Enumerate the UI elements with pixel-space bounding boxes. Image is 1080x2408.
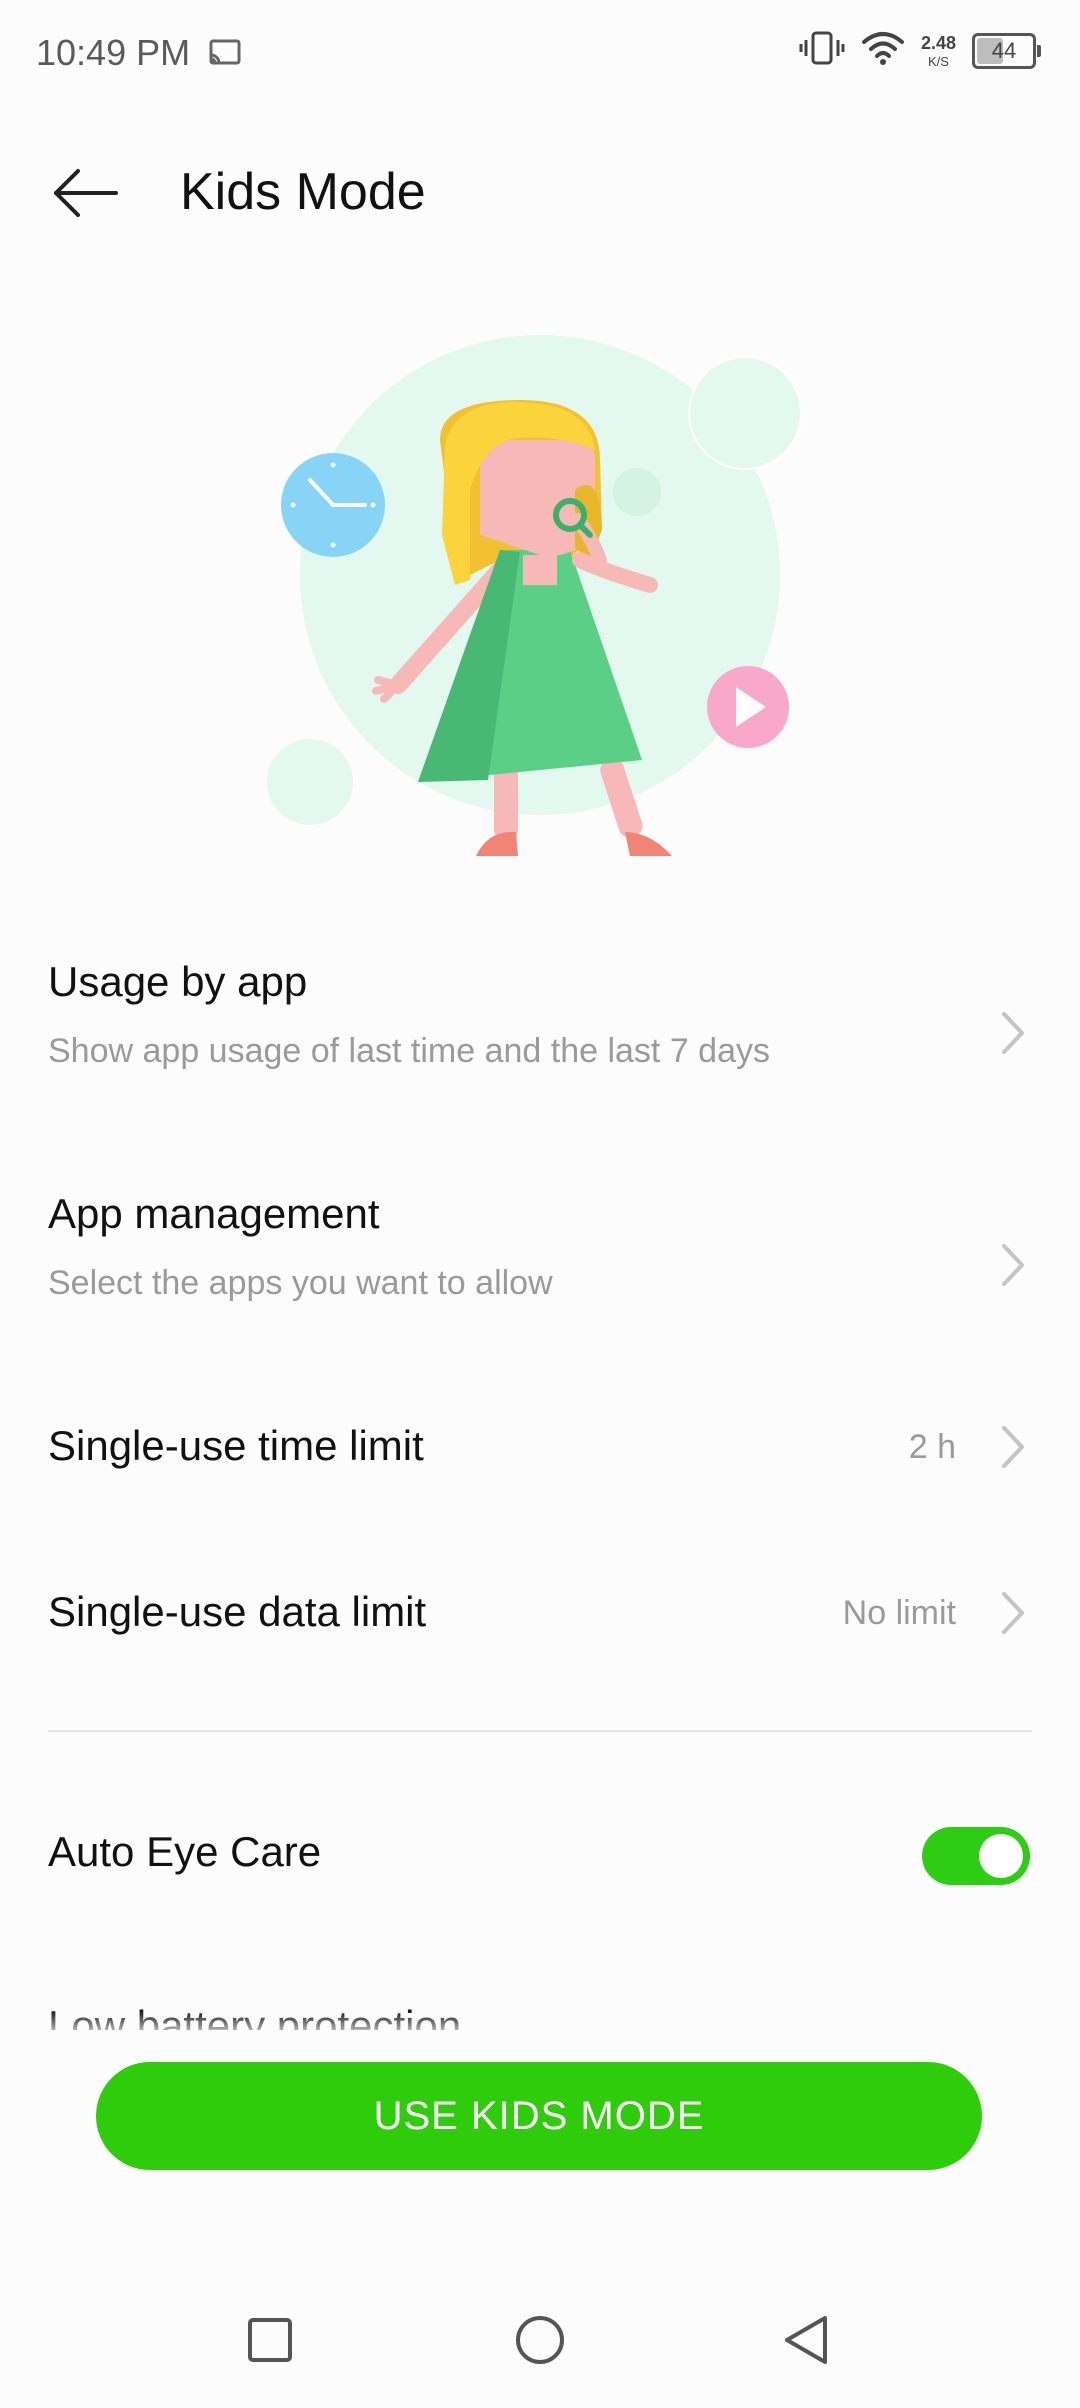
battery-icon: 44 (972, 32, 1041, 69)
app-management-title: App management (48, 1190, 380, 1237)
usage-by-app-row[interactable]: Usage by app Show app usage of last time… (0, 940, 1080, 1110)
clock-icon (281, 453, 385, 557)
app-management-row[interactable]: App management Select the apps you want … (0, 1172, 1080, 1342)
play-icon (707, 666, 789, 748)
single-use-data-limit-row[interactable]: Single-use data limit No limit (0, 1566, 1080, 1686)
page-title: Kids Mode (180, 163, 426, 221)
battery-level: 44 (991, 37, 1017, 63)
triangle-back-icon (785, 2316, 827, 2364)
chevron-right-icon (1002, 1012, 1024, 1054)
kids-mode-illustration (0, 320, 1080, 880)
chevron-right-icon (1002, 1426, 1024, 1468)
app-bar: Kids Mode (0, 130, 1080, 250)
square-icon (248, 2318, 292, 2362)
use-kids-mode-button[interactable]: USE KIDS MODE (96, 2062, 982, 2170)
recent-apps-button[interactable] (230, 2300, 310, 2380)
usage-by-app-subtitle: Show app usage of last time and the last… (48, 1032, 771, 1070)
toggle-knob (979, 1834, 1023, 1878)
single-use-time-limit-row[interactable]: Single-use time limit 2 h (0, 1400, 1080, 1520)
usage-by-app-title: Usage by app (48, 958, 308, 1005)
status-bar: 10:49 PM 2.48 K/S 44 (0, 0, 1080, 110)
scroll-fade (0, 2010, 1080, 2040)
status-time: 10:49 PM (36, 32, 191, 73)
network-speed-value: 2.48 (920, 32, 956, 53)
single-use-time-limit-title: Single-use time limit (48, 1422, 424, 1469)
circle-icon (516, 2316, 564, 2364)
back-arrow-icon (54, 169, 118, 217)
wifi-icon (861, 30, 905, 71)
app-management-subtitle: Select the apps you want to allow (48, 1264, 553, 1302)
vibrate-icon (799, 30, 845, 71)
auto-eye-care-row: Auto Eye Care (0, 1800, 1080, 1920)
back-nav-button[interactable] (765, 2300, 845, 2380)
navigation-bar (0, 2260, 1080, 2408)
chevron-right-icon (1002, 1244, 1024, 1286)
auto-eye-care-toggle[interactable] (922, 1827, 1030, 1885)
network-speed-unit: K/S (927, 53, 949, 69)
screen-cast-icon (208, 38, 242, 73)
section-divider (48, 1730, 1032, 1732)
back-button[interactable] (40, 148, 130, 238)
single-use-data-limit-title: Single-use data limit (48, 1588, 427, 1635)
network-speed: 2.48 K/S (921, 34, 956, 68)
home-button[interactable] (500, 2300, 580, 2380)
single-use-data-limit-value: No limit (842, 1594, 956, 1632)
auto-eye-care-title: Auto Eye Care (48, 1828, 322, 1875)
chevron-right-icon (1002, 1592, 1024, 1634)
single-use-time-limit-value: 2 h (908, 1428, 956, 1466)
